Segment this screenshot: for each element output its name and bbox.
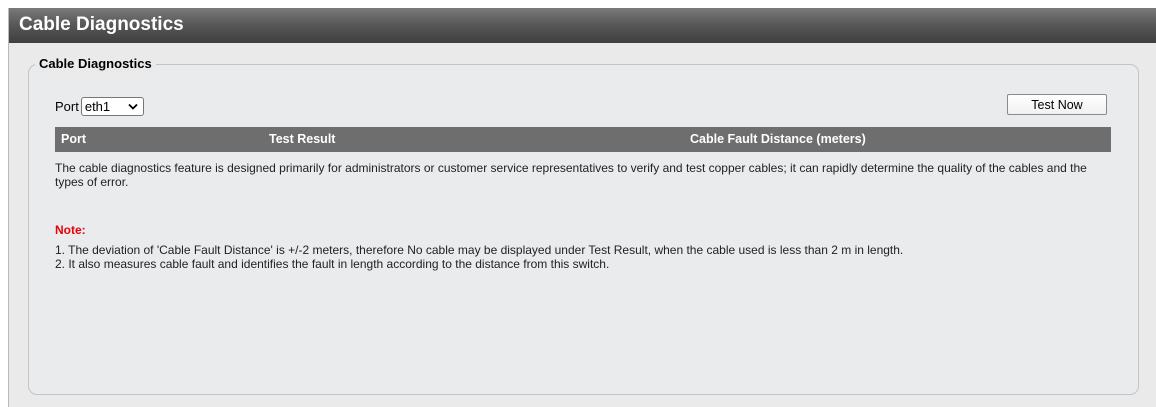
port-row: Port eth1 xyxy=(55,96,144,116)
description-text: The cable diagnostics feature is designe… xyxy=(55,161,1087,189)
note-line-2: 2. It also measures cable fault and iden… xyxy=(55,257,610,271)
note-label: Note: xyxy=(55,223,86,237)
test-now-button[interactable]: Test Now xyxy=(1007,94,1107,115)
results-table-header: Port Test Result Cable Fault Distance (m… xyxy=(55,127,1111,152)
panel-legend: Cable Diagnostics xyxy=(35,55,156,73)
chevron-down-icon xyxy=(128,103,138,110)
note-line-1: 1. The deviation of 'Cable Fault Distanc… xyxy=(55,243,904,257)
port-label: Port xyxy=(55,98,79,114)
cable-diagnostics-panel: Cable Diagnostics Port eth1 Test Now Por… xyxy=(28,55,1139,395)
port-select[interactable]: eth1 xyxy=(80,96,144,116)
page-frame: Cable Diagnostics Cable Diagnostics Port… xyxy=(8,8,1156,407)
port-select-value: eth1 xyxy=(84,98,111,114)
column-header-port: Port xyxy=(61,132,86,146)
page-title: Cable Diagnostics xyxy=(9,8,1156,43)
column-header-cable-fault-distance: Cable Fault Distance (meters) xyxy=(690,132,866,146)
column-header-test-result: Test Result xyxy=(269,132,336,146)
